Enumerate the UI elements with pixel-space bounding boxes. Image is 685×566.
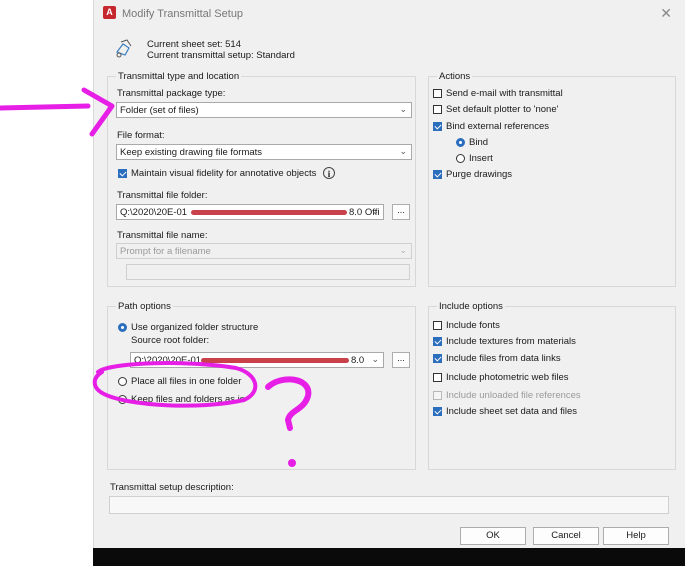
annotation-question-mark [265, 376, 312, 431]
annotation-arrow-head [81, 87, 115, 137]
annotation-question-dot [288, 459, 296, 467]
annotation-overlay [0, 87, 312, 467]
annotation-circle [92, 361, 258, 408]
annotation-arrow-shaft [0, 103, 91, 111]
